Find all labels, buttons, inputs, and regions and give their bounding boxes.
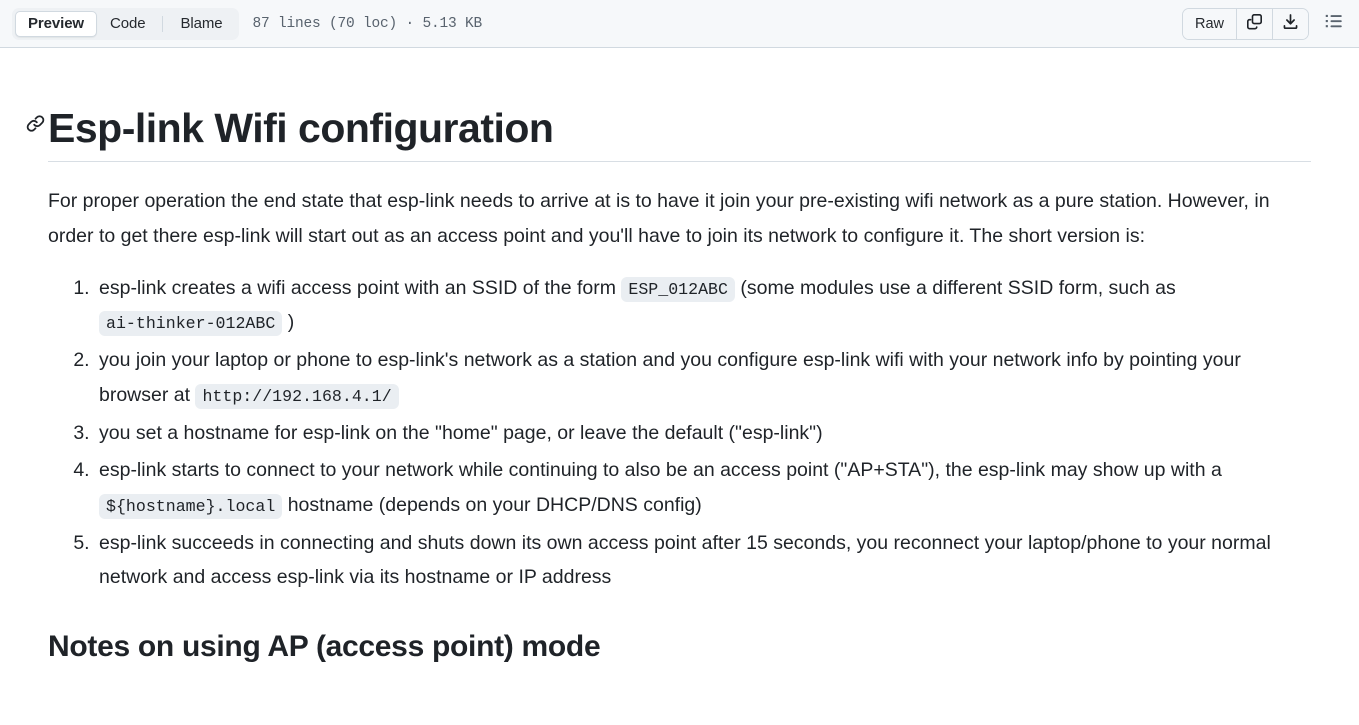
tab-divider xyxy=(162,15,164,32)
list-item: you set a hostname for esp-link on the "… xyxy=(95,416,1311,451)
list-item: you join your laptop or phone to esp-lin… xyxy=(95,343,1311,412)
file-header-toolbar: Preview Code Blame 87 lines (70 loc) · 5… xyxy=(0,0,1359,48)
copy-icon xyxy=(1246,13,1263,34)
inline-code: ESP_012ABC xyxy=(621,276,735,302)
download-button[interactable] xyxy=(1273,8,1308,39)
list-item: esp-link succeeds in connecting and shut… xyxy=(95,526,1311,595)
tab-code[interactable]: Code xyxy=(97,11,158,37)
file-content-area: Esp-link Wifi configuration For proper o… xyxy=(0,48,1359,725)
tab-preview[interactable]: Preview xyxy=(15,10,98,37)
file-line-count-and-size: 87 lines (70 loc) · 5.13 KB xyxy=(252,15,483,32)
tab-blame[interactable]: Blame xyxy=(167,11,235,37)
header-actions: Raw xyxy=(1181,7,1349,40)
intro-paragraph: For proper operation the end state that … xyxy=(48,190,1270,248)
steps-list: esp-link creates a wifi access point wit… xyxy=(48,271,1311,595)
file-actions-button-group: Raw xyxy=(1181,7,1309,40)
inline-code: http://192.168.4.1/ xyxy=(195,383,399,409)
raw-button[interactable]: Raw xyxy=(1182,8,1237,39)
list-item: esp-link starts to connect to your netwo… xyxy=(95,453,1311,522)
link-icon[interactable] xyxy=(24,112,46,134)
list-item: esp-link creates a wifi access point wit… xyxy=(95,271,1311,340)
view-mode-segmented-control: Preview Code Blame xyxy=(12,7,239,40)
page-title: Esp-link Wifi configuration xyxy=(48,105,554,151)
table-of-contents-button[interactable] xyxy=(1319,9,1349,39)
copy-button[interactable] xyxy=(1237,8,1273,39)
inline-code: ai-thinker-012ABC xyxy=(99,311,283,337)
outline-list-icon xyxy=(1324,11,1344,36)
section-heading-notes: Notes on using AP (access point) mode xyxy=(48,630,601,664)
document-title-row: Esp-link Wifi configuration xyxy=(26,48,1311,163)
inline-code: ${hostname}.local xyxy=(99,494,283,519)
download-icon xyxy=(1282,13,1299,34)
markdown-body: Esp-link Wifi configuration For proper o… xyxy=(26,48,1329,672)
